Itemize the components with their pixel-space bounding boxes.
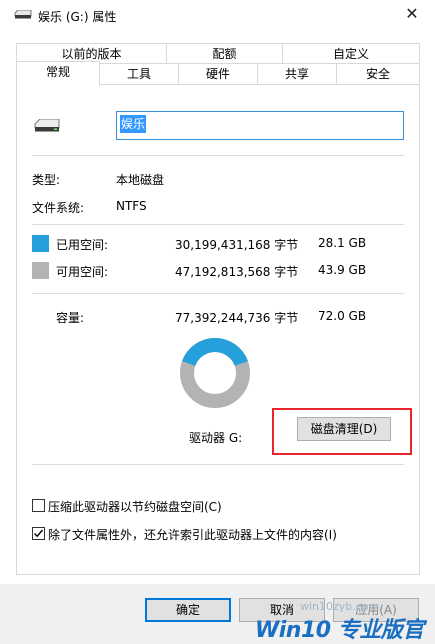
ok-button[interactable]: 确定 (145, 598, 231, 622)
type-label: 类型: (32, 173, 61, 187)
filesystem-value: NTFS (116, 199, 147, 213)
tab-hardware[interactable]: 硬件 (178, 63, 258, 85)
capacity-bytes: 77,392,244,736 字节 (175, 311, 299, 325)
disk-cleanup-button[interactable]: 磁盘清理(D) (297, 417, 391, 441)
tab-quota[interactable]: 配额 (166, 43, 283, 65)
free-space-size: 43.9 GB (318, 263, 367, 277)
window-title: 娱乐 (G:) 属性 (38, 10, 117, 24)
tab-row-2: 常规 工具 硬件 共享 安全 (16, 61, 420, 86)
type-value: 本地磁盘 (116, 173, 165, 187)
used-space-label: 已用空间: (56, 238, 109, 252)
drive-icon (14, 10, 32, 19)
drive-name-input[interactable]: 娱乐 (116, 111, 404, 140)
tab-general[interactable]: 常规 (16, 61, 100, 86)
compress-label: 压缩此驱动器以节约磁盘空间(C) (48, 500, 222, 514)
tab-security[interactable]: 安全 (336, 63, 420, 85)
compress-checkbox[interactable] (32, 499, 45, 512)
used-space-arc (182, 338, 248, 367)
drive-name-value: 娱乐 (120, 115, 147, 133)
index-checkbox[interactable] (32, 527, 45, 540)
used-space-bytes: 30,199,431,168 字节 (175, 238, 299, 252)
title-bar: 娱乐 (G:) 属性 ✕ (0, 0, 435, 30)
separator (32, 464, 404, 465)
checkmark-icon (34, 529, 44, 538)
tab-customize[interactable]: 自定义 (282, 43, 420, 65)
drive-letter-label: 驱动器 G: (189, 431, 243, 445)
disk-usage-donut (180, 338, 250, 408)
free-space-bytes: 47,192,813,568 字节 (175, 265, 299, 279)
tab-tools[interactable]: 工具 (99, 63, 179, 85)
watermark-brand: Win10 专业版官网 (255, 618, 424, 643)
separator (32, 224, 404, 225)
used-space-size: 28.1 GB (318, 236, 367, 250)
capacity-size: 72.0 GB (318, 309, 367, 323)
used-space-swatch (32, 235, 49, 252)
capacity-label: 容量: (56, 311, 85, 325)
free-space-swatch (32, 262, 49, 279)
hard-drive-icon (34, 119, 60, 132)
tab-sharing[interactable]: 共享 (257, 63, 337, 85)
close-icon[interactable]: ✕ (402, 4, 422, 24)
free-space-label: 可用空间: (56, 265, 109, 279)
separator (32, 155, 404, 156)
filesystem-label: 文件系统: (32, 201, 85, 215)
index-label: 除了文件属性外，还允许索引此驱动器上文件的内容(I) (48, 528, 337, 542)
separator (32, 293, 404, 294)
